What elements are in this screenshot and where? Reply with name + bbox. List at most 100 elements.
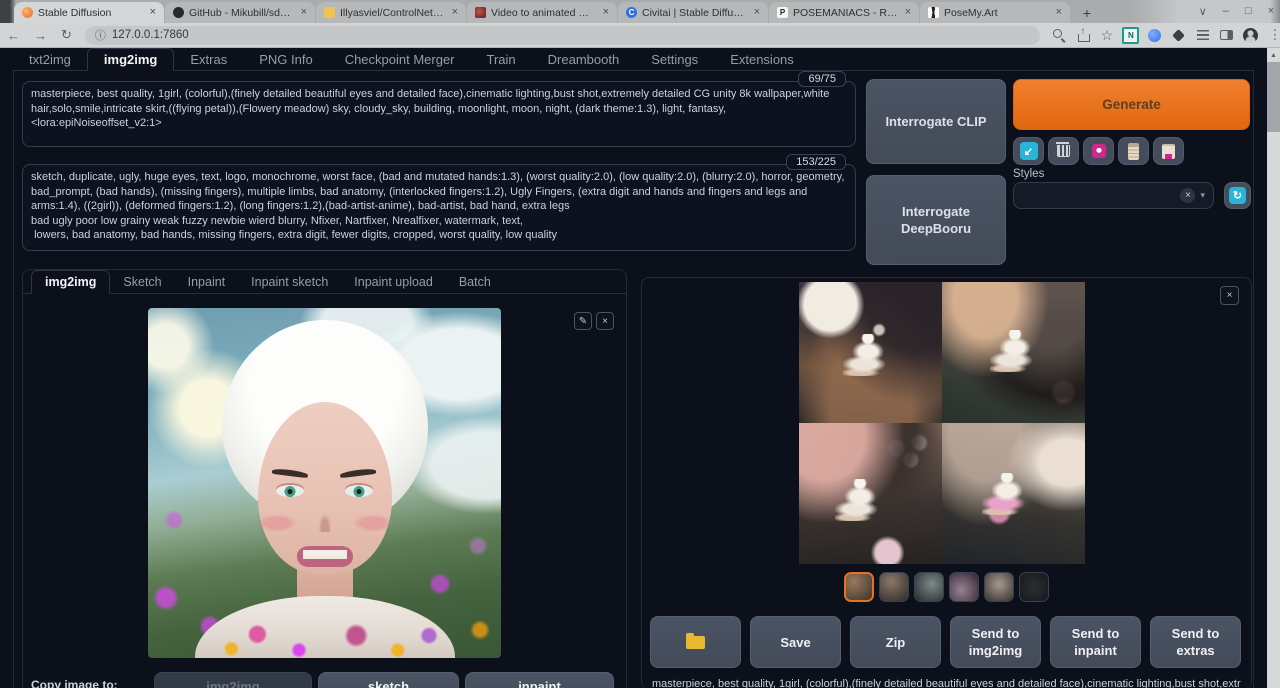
new-tab-button[interactable]: + xyxy=(1077,3,1097,23)
tab-settings[interactable]: Settings xyxy=(635,49,714,70)
side-panel-icon[interactable] xyxy=(1216,24,1238,46)
thumbnail[interactable] xyxy=(914,572,944,602)
tab-checkpoint-merger[interactable]: Checkpoint Merger xyxy=(329,49,471,70)
extension-pin-icon[interactable] xyxy=(1168,24,1190,46)
tab-extensions[interactable]: Extensions xyxy=(714,49,810,70)
tab-close-icon[interactable]: × xyxy=(148,7,158,18)
styles-clear-icon[interactable]: × xyxy=(1180,188,1195,203)
tab-extras[interactable]: Extras xyxy=(174,49,243,70)
clear-prompt-button[interactable] xyxy=(1048,137,1079,165)
art-mouth xyxy=(297,546,353,567)
interrogate-deepbooru-button[interactable]: Interrogate DeepBooru xyxy=(866,175,1006,265)
zip-button[interactable]: Zip xyxy=(850,616,941,668)
browser-tab-posemaniacs[interactable]: P POSEMANIACS - Royalty free 3 × xyxy=(769,2,919,23)
tab-close-icon[interactable]: × xyxy=(601,7,611,18)
apply-style-button[interactable] xyxy=(1118,137,1149,165)
extra-networks-button[interactable] xyxy=(1083,137,1114,165)
browser-menu-icon[interactable]: ⋮ xyxy=(1264,24,1280,46)
styles-dropdown[interactable]: × ▾ xyxy=(1013,182,1214,209)
prompt-input[interactable]: masterpiece, best quality, 1girl, (color… xyxy=(22,81,856,147)
refresh-styles-button[interactable]: ↻ xyxy=(1224,182,1251,209)
result-image-grid[interactable] xyxy=(799,282,1085,564)
notion-extension-icon[interactable]: N xyxy=(1120,24,1142,46)
browser-tab-civitai[interactable]: C Civitai | Stable Diffusion models × xyxy=(618,2,768,23)
window-maximize-icon[interactable]: □ xyxy=(1245,5,1252,17)
result-image[interactable] xyxy=(942,282,1085,423)
results-gallery-panel: × Save Zip Send to img2img Send to inpai… xyxy=(641,277,1252,688)
address-bar[interactable]: ⓘ 127.0.0.1:7860 xyxy=(85,26,1040,45)
paste-generation-params-button[interactable]: ↙ xyxy=(1013,137,1044,165)
generate-button[interactable]: Generate xyxy=(1013,79,1250,130)
browser-tab-posemyart[interactable]: PoseMy.Art × xyxy=(920,2,1070,23)
window-menu-icon[interactable]: ∨ xyxy=(1199,5,1207,18)
tab-label: Civitai | Stable Diffusion models xyxy=(642,7,747,19)
reload-icon[interactable]: ↻ xyxy=(54,27,79,43)
browser-tab-stable-diffusion[interactable]: Stable Diffusion × xyxy=(14,2,164,23)
mode-tab-inpaint-upload[interactable]: Inpaint upload xyxy=(341,271,446,293)
mode-tab-batch[interactable]: Batch xyxy=(446,271,504,293)
posemaniacs-favicon-icon: P xyxy=(777,7,788,18)
thumbnail-selected[interactable] xyxy=(844,572,874,602)
tab-png-info[interactable]: PNG Info xyxy=(243,49,328,70)
tab-label: Video to animated GIF converter xyxy=(491,7,596,19)
tab-close-icon[interactable]: × xyxy=(450,7,460,18)
back-icon[interactable]: ← xyxy=(0,28,27,43)
copy-to-sketch-button[interactable]: sketch xyxy=(318,672,459,688)
tab-close-icon[interactable]: × xyxy=(903,7,913,18)
edit-image-button[interactable]: ✎ xyxy=(574,312,592,330)
negative-prompt-token-counter: 153/225 xyxy=(786,154,846,170)
send-to-img2img-button[interactable]: Send to img2img xyxy=(950,616,1041,668)
mode-tab-sketch[interactable]: Sketch xyxy=(110,271,174,293)
save-button[interactable]: Save xyxy=(750,616,841,668)
tab-close-icon[interactable]: × xyxy=(299,7,309,18)
forward-icon[interactable]: → xyxy=(27,28,54,43)
negative-prompt-input[interactable]: sketch, duplicate, ugly, huge eyes, text… xyxy=(22,164,856,251)
thumbnail[interactable] xyxy=(984,572,1014,602)
thumbnail[interactable] xyxy=(879,572,909,602)
browser-tab-gif-converter[interactable]: Video to animated GIF converter × xyxy=(467,2,617,23)
share-icon[interactable] xyxy=(1072,24,1094,46)
tab-img2img[interactable]: img2img xyxy=(87,48,174,71)
browser-tab-controlnet[interactable]: Illyasviel/ControlNet at main × xyxy=(316,2,466,23)
result-image[interactable] xyxy=(942,423,1085,564)
browser-toolbar: ← → ↻ ⓘ 127.0.0.1:7860 ☆ N ⋮ xyxy=(0,23,1280,48)
window-minimize-icon[interactable]: – xyxy=(1223,5,1229,17)
profile-avatar-icon[interactable] xyxy=(1240,24,1262,46)
remove-image-button[interactable]: × xyxy=(596,312,614,330)
img2img-source-image[interactable] xyxy=(148,308,501,658)
close-gallery-button[interactable]: × xyxy=(1220,286,1239,305)
site-info-icon[interactable]: ⓘ xyxy=(95,27,106,43)
thumbnail[interactable] xyxy=(1019,572,1049,602)
scrollbar-thumb[interactable] xyxy=(1267,62,1280,132)
result-image[interactable] xyxy=(799,282,942,423)
save-style-button[interactable] xyxy=(1153,137,1184,165)
reading-list-icon[interactable] xyxy=(1192,24,1214,46)
interrogate-clip-button[interactable]: Interrogate CLIP xyxy=(866,79,1006,164)
result-image[interactable] xyxy=(799,423,942,564)
mode-tab-img2img[interactable]: img2img xyxy=(31,270,110,294)
send-to-inpaint-button[interactable]: Send to inpaint xyxy=(1050,616,1141,668)
prompt-token-counter: 69/75 xyxy=(798,71,846,87)
send-to-extras-button[interactable]: Send to extras xyxy=(1150,616,1241,668)
copy-to-inpaint-button[interactable]: inpaint xyxy=(465,672,614,688)
mode-tab-inpaint[interactable]: Inpaint xyxy=(175,271,239,293)
window-close-icon[interactable]: × xyxy=(1268,5,1274,17)
tab-dreambooth[interactable]: Dreambooth xyxy=(532,49,636,70)
tab-close-icon[interactable]: × xyxy=(1054,7,1064,18)
prompt-tool-row: ↙ xyxy=(1013,137,1184,165)
page-scrollbar[interactable]: ▲ xyxy=(1267,48,1280,688)
extension-blue-icon[interactable] xyxy=(1144,24,1166,46)
scrollbar-up-icon[interactable]: ▲ xyxy=(1267,48,1280,59)
mode-tab-inpaint-sketch[interactable]: Inpaint sketch xyxy=(238,271,341,293)
tab-close-icon[interactable]: × xyxy=(752,7,762,18)
open-folder-button[interactable] xyxy=(650,616,741,668)
tab-train[interactable]: Train xyxy=(471,49,532,70)
posemyart-favicon-icon xyxy=(928,7,939,18)
bookmark-star-icon[interactable]: ☆ xyxy=(1096,24,1118,46)
tab-txt2img[interactable]: txt2img xyxy=(13,49,87,70)
img2img-mode-tabs: img2img Sketch Inpaint Inpaint sketch In… xyxy=(23,270,626,294)
browser-tab-github[interactable]: GitHub - Mikubill/sd-webui-con × xyxy=(165,2,315,23)
tab-label: GitHub - Mikubill/sd-webui-con xyxy=(189,7,294,19)
zoom-icon[interactable] xyxy=(1048,24,1070,46)
thumbnail[interactable] xyxy=(949,572,979,602)
